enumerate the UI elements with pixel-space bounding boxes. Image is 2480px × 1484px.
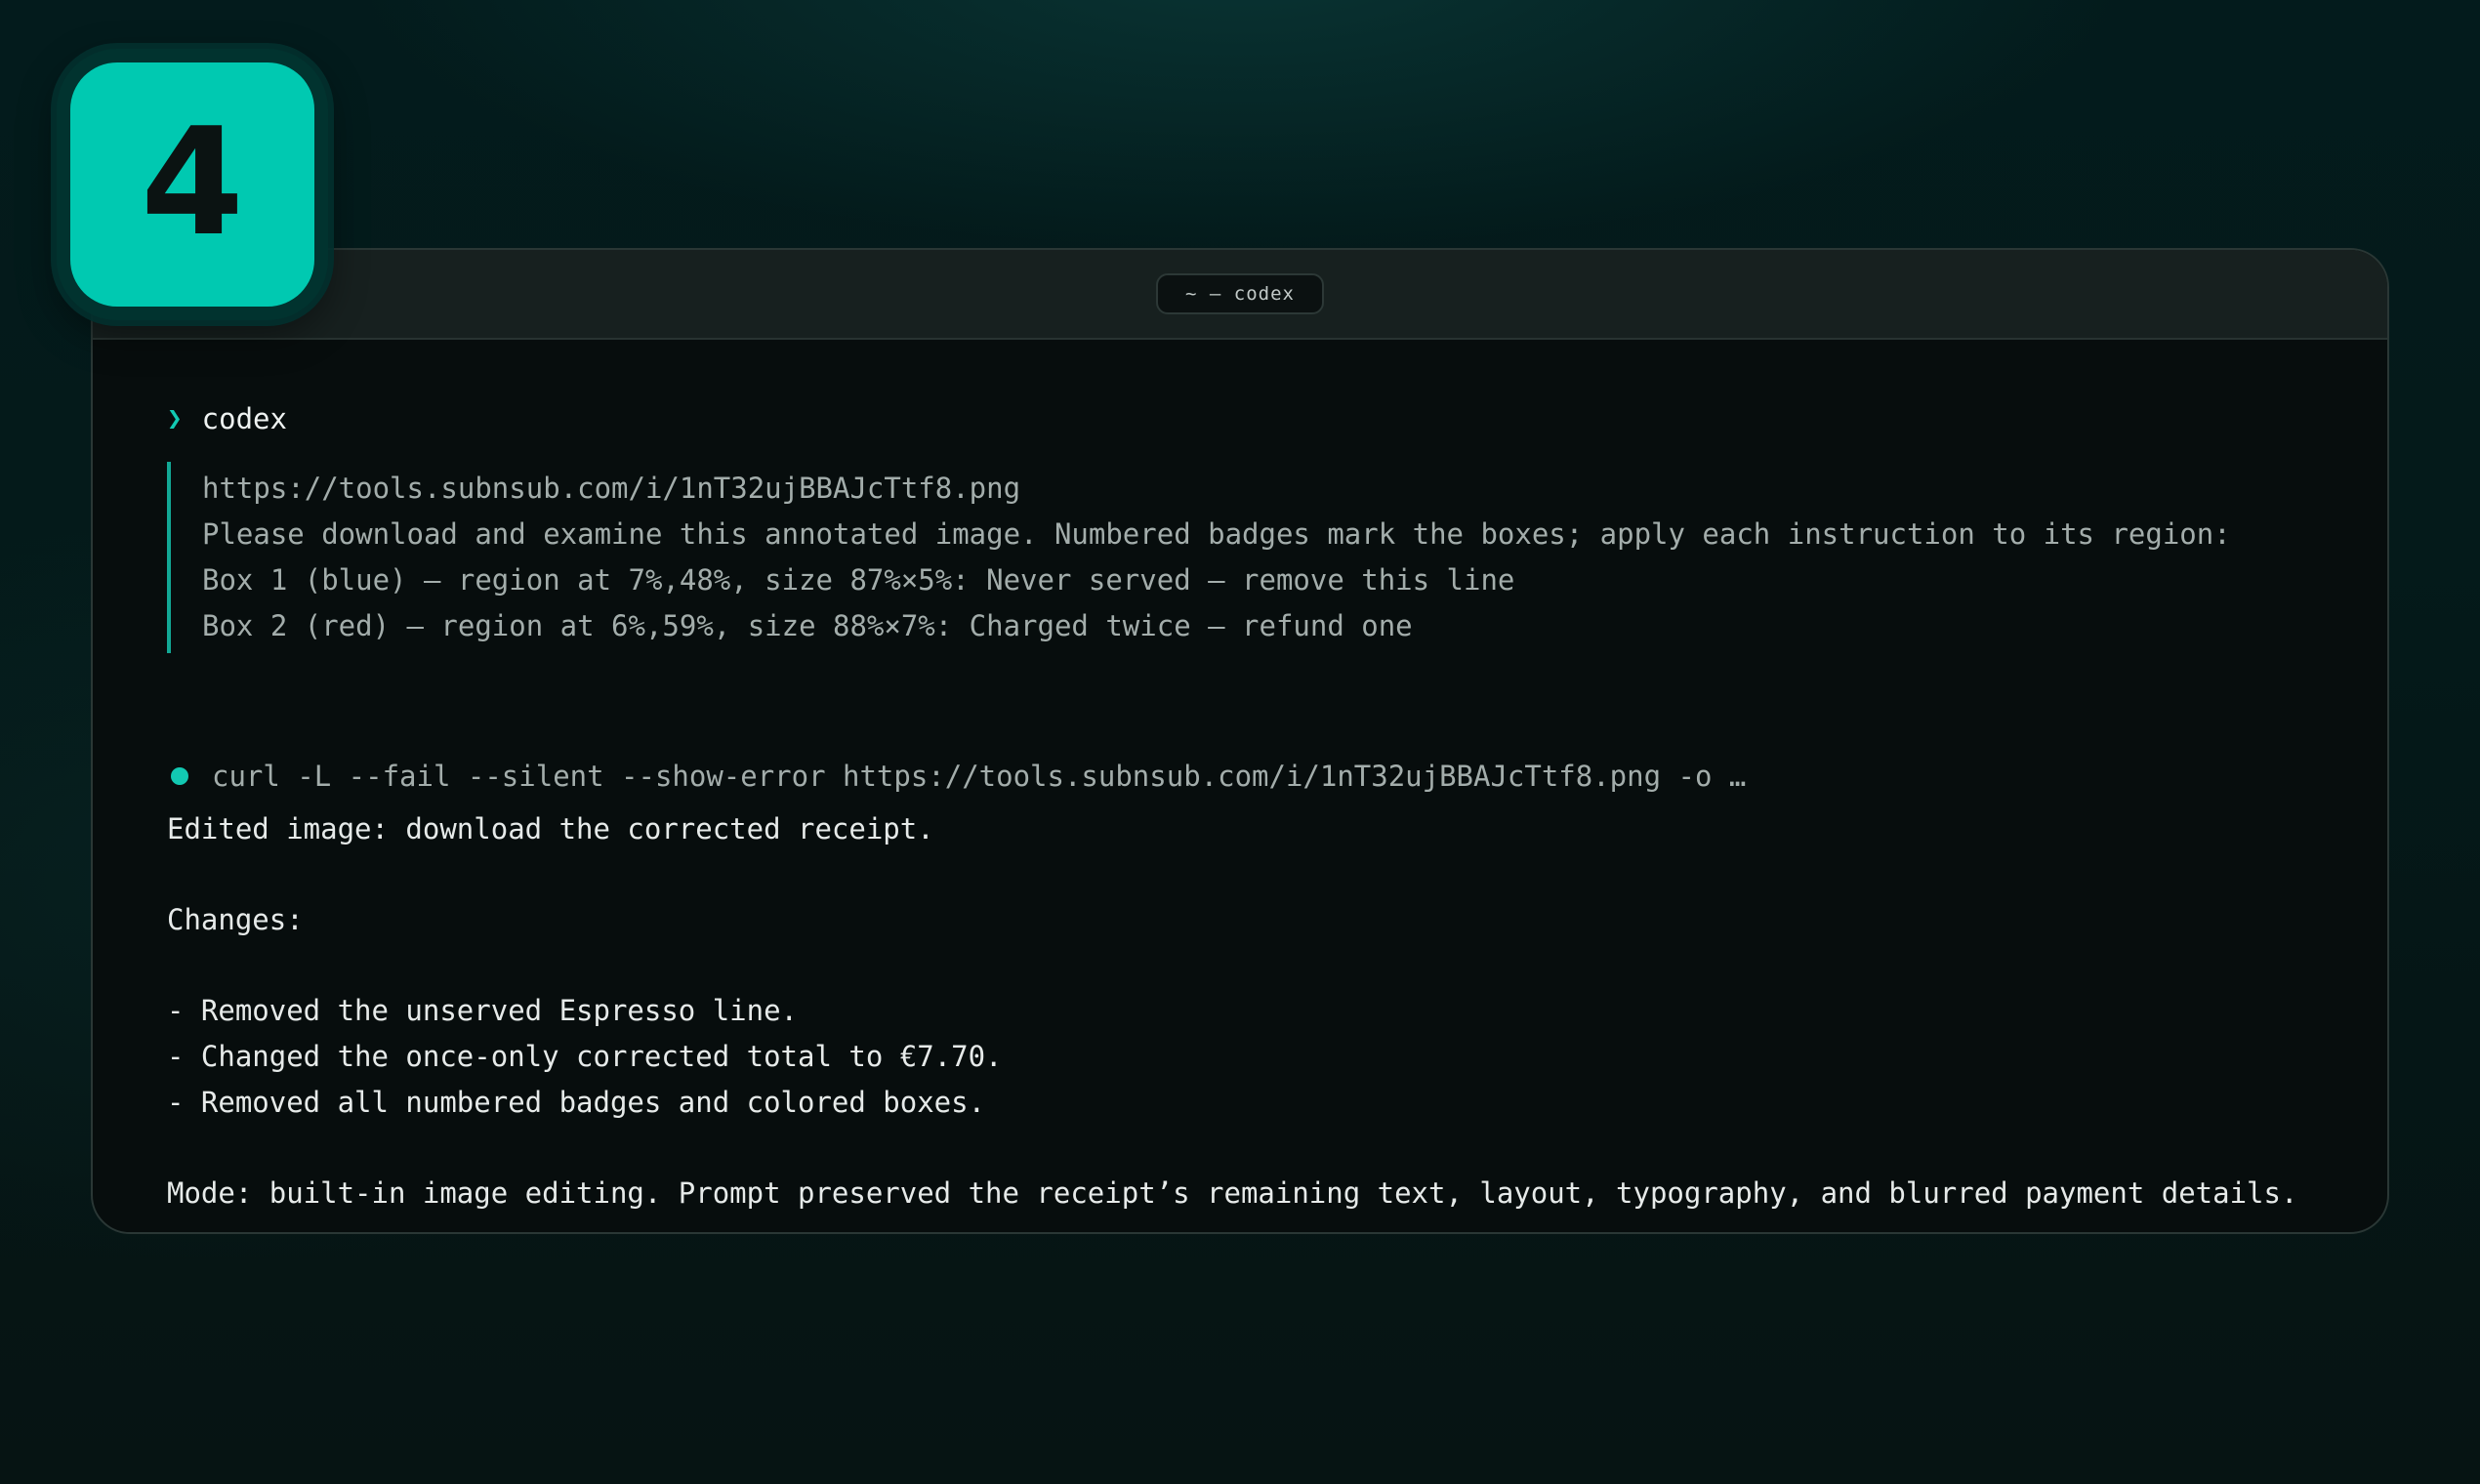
prompt-line: ❯ codex [167,402,287,435]
changes-heading: Changes: [167,903,304,936]
response-summary: Edited image: download the corrected rec… [167,812,934,845]
message-url: https://tools.subnsub.com/i/1nT32ujBBAJc… [202,472,1021,505]
window-title: ~ — codex [1156,273,1324,314]
user-message-block: https://tools.subnsub.com/i/1nT32ujBBAJc… [167,462,2231,653]
mode-note: Mode: built-in image editing. Prompt pre… [167,1176,2298,1210]
step-number-badge: 4 [57,49,328,320]
step-number: 4 [141,96,244,268]
prompt-chevron-icon: ❯ [167,404,183,433]
message-instruction: Please download and examine this annotat… [202,517,2231,551]
assistant-response: Edited image: download the corrected rec… [167,806,2297,1216]
status-dot-icon [171,767,188,785]
tool-call-line: curl -L --fail --silent --show-error htt… [171,760,1746,793]
message-box-1: Box 1 (blue) — region at 7%,48%, size 87… [202,563,1515,597]
tool-call-command: curl -L --fail --silent --show-error htt… [212,760,1747,793]
prompt-command: codex [201,402,287,435]
change-item: - Removed the unserved Espresso line. [167,994,799,1027]
message-box-2: Box 2 (red) — region at 6%,59%, size 88%… [202,609,1413,642]
terminal-window: ~ — codex ❯ codex https://tools.subnsub.… [91,248,2389,1234]
terminal-title-bar: ~ — codex [93,250,2387,340]
change-item: - Changed the once-only corrected total … [167,1040,1003,1073]
change-item: - Removed all numbered badges and colore… [167,1086,986,1119]
